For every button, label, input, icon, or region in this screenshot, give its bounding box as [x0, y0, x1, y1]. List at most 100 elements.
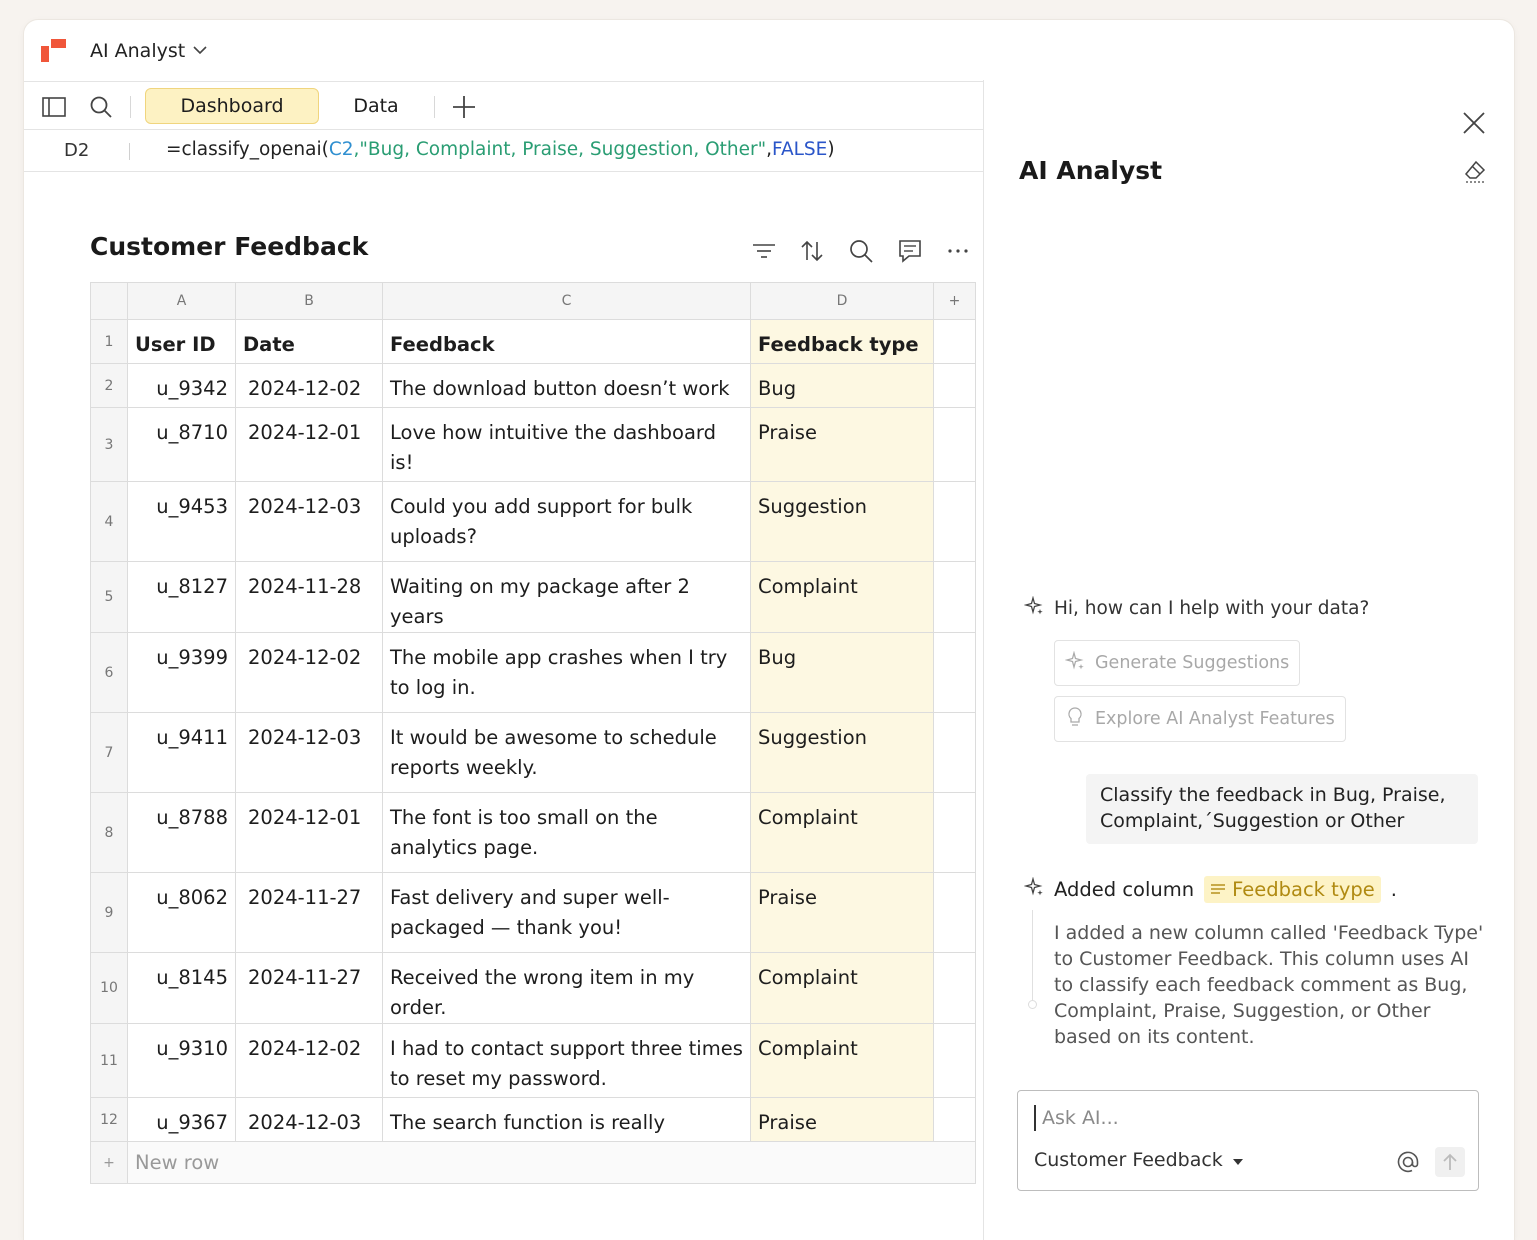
formula-text[interactable]: =classify_openai(C2,"Bug, Complaint, Pra…: [166, 139, 835, 160]
cell-user-id[interactable]: u_8788: [127, 792, 236, 873]
cell-user-id[interactable]: u_8145: [127, 952, 236, 1024]
empty-cell[interactable]: [933, 792, 976, 873]
cell-feedback-type[interactable]: Bug: [750, 363, 934, 408]
empty-cell[interactable]: [933, 481, 976, 562]
cell-date[interactable]: 2024-12-03: [235, 481, 383, 562]
at-icon[interactable]: [1395, 1149, 1421, 1175]
cell-feedback[interactable]: Received the wrong item in my order.: [382, 952, 751, 1024]
tab-data[interactable]: Data: [342, 88, 410, 124]
cell-feedback-type[interactable]: Praise: [750, 1097, 934, 1142]
more-icon[interactable]: [945, 238, 971, 264]
cell-feedback-type[interactable]: Complaint: [750, 1023, 934, 1098]
row-number[interactable]: 2: [90, 363, 128, 408]
add-tab-plus-icon[interactable]: [451, 94, 477, 120]
filter-icon[interactable]: [751, 238, 777, 264]
row-number[interactable]: 4: [90, 481, 128, 562]
cell-user-id[interactable]: u_8710: [127, 407, 236, 482]
formula-bar[interactable]: D2 =classify_openai(C2,"Bug, Complaint, …: [24, 130, 984, 172]
cell-user-id[interactable]: u_9399: [127, 632, 236, 713]
cell-feedback-type[interactable]: Complaint: [750, 561, 934, 633]
cell-user-id[interactable]: u_8062: [127, 872, 236, 953]
cell-user-id[interactable]: u_9411: [127, 712, 236, 793]
header-cell[interactable]: Feedback: [382, 319, 751, 364]
generate-suggestions-button[interactable]: Generate Suggestions: [1054, 640, 1301, 686]
empty-cell[interactable]: [933, 632, 976, 713]
new-row-label[interactable]: New row: [127, 1141, 976, 1184]
empty-cell[interactable]: [933, 407, 976, 482]
cell-feedback-type[interactable]: Praise: [750, 407, 934, 482]
row-number[interactable]: 3: [90, 407, 128, 482]
row-number[interactable]: 1: [90, 319, 128, 364]
header-cell[interactable]: Date: [235, 319, 383, 364]
row-number[interactable]: 9: [90, 872, 128, 953]
column-letter[interactable]: A: [127, 282, 236, 320]
row-number[interactable]: 10: [90, 952, 128, 1024]
search-icon[interactable]: [848, 238, 874, 264]
sidebar-toggle-icon[interactable]: [41, 94, 67, 120]
cell-feedback-type[interactable]: Complaint: [750, 952, 934, 1024]
cell-feedback[interactable]: It would be awesome to schedule reports …: [382, 712, 751, 793]
cell-date[interactable]: 2024-12-02: [235, 632, 383, 713]
header-cell[interactable]: User ID: [127, 319, 236, 364]
cell-feedback-type[interactable]: Suggestion: [750, 481, 934, 562]
cell-user-id[interactable]: u_9310: [127, 1023, 236, 1098]
empty-cell[interactable]: [933, 952, 976, 1024]
cell-feedback[interactable]: The mobile app crashes when I try to log…: [382, 632, 751, 713]
cell-user-id[interactable]: u_9453: [127, 481, 236, 562]
comment-icon[interactable]: [897, 238, 923, 264]
cell-user-id[interactable]: u_8127: [127, 561, 236, 633]
cell-user-id[interactable]: u_9342: [127, 363, 236, 408]
cell-date[interactable]: 2024-12-02: [235, 1023, 383, 1098]
cell-feedback[interactable]: Could you add support for bulk uploads?: [382, 481, 751, 562]
cell-feedback[interactable]: Fast delivery and super well-packaged — …: [382, 872, 751, 953]
empty-cell[interactable]: [933, 872, 976, 953]
column-letter[interactable]: B: [235, 282, 383, 320]
add-column-button[interactable]: +: [933, 282, 976, 320]
cell-date[interactable]: 2024-11-27: [235, 952, 383, 1024]
cell-feedback[interactable]: The search function is really: [382, 1097, 751, 1142]
row-number[interactable]: 12: [90, 1097, 128, 1142]
cell-feedback-type[interactable]: Praise: [750, 872, 934, 953]
empty-cell[interactable]: [933, 561, 976, 633]
cell-feedback[interactable]: I had to contact support three times to …: [382, 1023, 751, 1098]
cell-date[interactable]: 2024-12-03: [235, 712, 383, 793]
row-number[interactable]: 8: [90, 792, 128, 873]
column-letter[interactable]: C: [382, 282, 751, 320]
cell-feedback-type[interactable]: Bug: [750, 632, 934, 713]
column-chip[interactable]: Feedback type: [1204, 876, 1381, 903]
cell-date[interactable]: 2024-12-02: [235, 363, 383, 408]
cell-date[interactable]: 2024-11-27: [235, 872, 383, 953]
tab-dashboard[interactable]: Dashboard: [145, 88, 319, 124]
close-icon[interactable]: [1461, 110, 1487, 136]
cell-feedback[interactable]: The font is too small on the analytics p…: [382, 792, 751, 873]
empty-cell[interactable]: [933, 363, 976, 408]
empty-cell[interactable]: [933, 319, 976, 364]
send-button[interactable]: [1435, 1147, 1465, 1177]
cell-user-id[interactable]: u_9367: [127, 1097, 236, 1142]
column-letter[interactable]: D: [750, 282, 934, 320]
sort-icon[interactable]: [799, 238, 825, 264]
eraser-icon[interactable]: [1462, 158, 1488, 184]
cell-feedback[interactable]: The download button doesn’t work: [382, 363, 751, 408]
cell-feedback[interactable]: Waiting on my package after 2 years: [382, 561, 751, 633]
new-row[interactable]: + New row: [90, 1141, 976, 1184]
cell-date[interactable]: 2024-12-01: [235, 407, 383, 482]
row-number[interactable]: 11: [90, 1023, 128, 1098]
cell-feedback[interactable]: Love how intuitive the dashboard is!: [382, 407, 751, 482]
data-source-dropdown[interactable]: Customer Feedback: [1034, 1149, 1243, 1171]
cell-feedback-type[interactable]: Suggestion: [750, 712, 934, 793]
row-number[interactable]: 6: [90, 632, 128, 713]
explore-features-button[interactable]: Explore AI Analyst Features: [1054, 696, 1346, 742]
cell-date[interactable]: 2024-11-28: [235, 561, 383, 633]
header-cell[interactable]: Feedback type: [750, 319, 934, 364]
ask-ai-input[interactable]: [1034, 1105, 1394, 1131]
empty-cell[interactable]: [933, 1097, 976, 1142]
empty-cell[interactable]: [933, 712, 976, 793]
cell-date[interactable]: 2024-12-01: [235, 792, 383, 873]
search-icon[interactable]: [88, 94, 114, 120]
new-row-plus[interactable]: +: [90, 1141, 128, 1184]
row-number[interactable]: 7: [90, 712, 128, 793]
corner-cell[interactable]: [90, 282, 128, 320]
cell-feedback-type[interactable]: Complaint: [750, 792, 934, 873]
cell-date[interactable]: 2024-12-03: [235, 1097, 383, 1142]
